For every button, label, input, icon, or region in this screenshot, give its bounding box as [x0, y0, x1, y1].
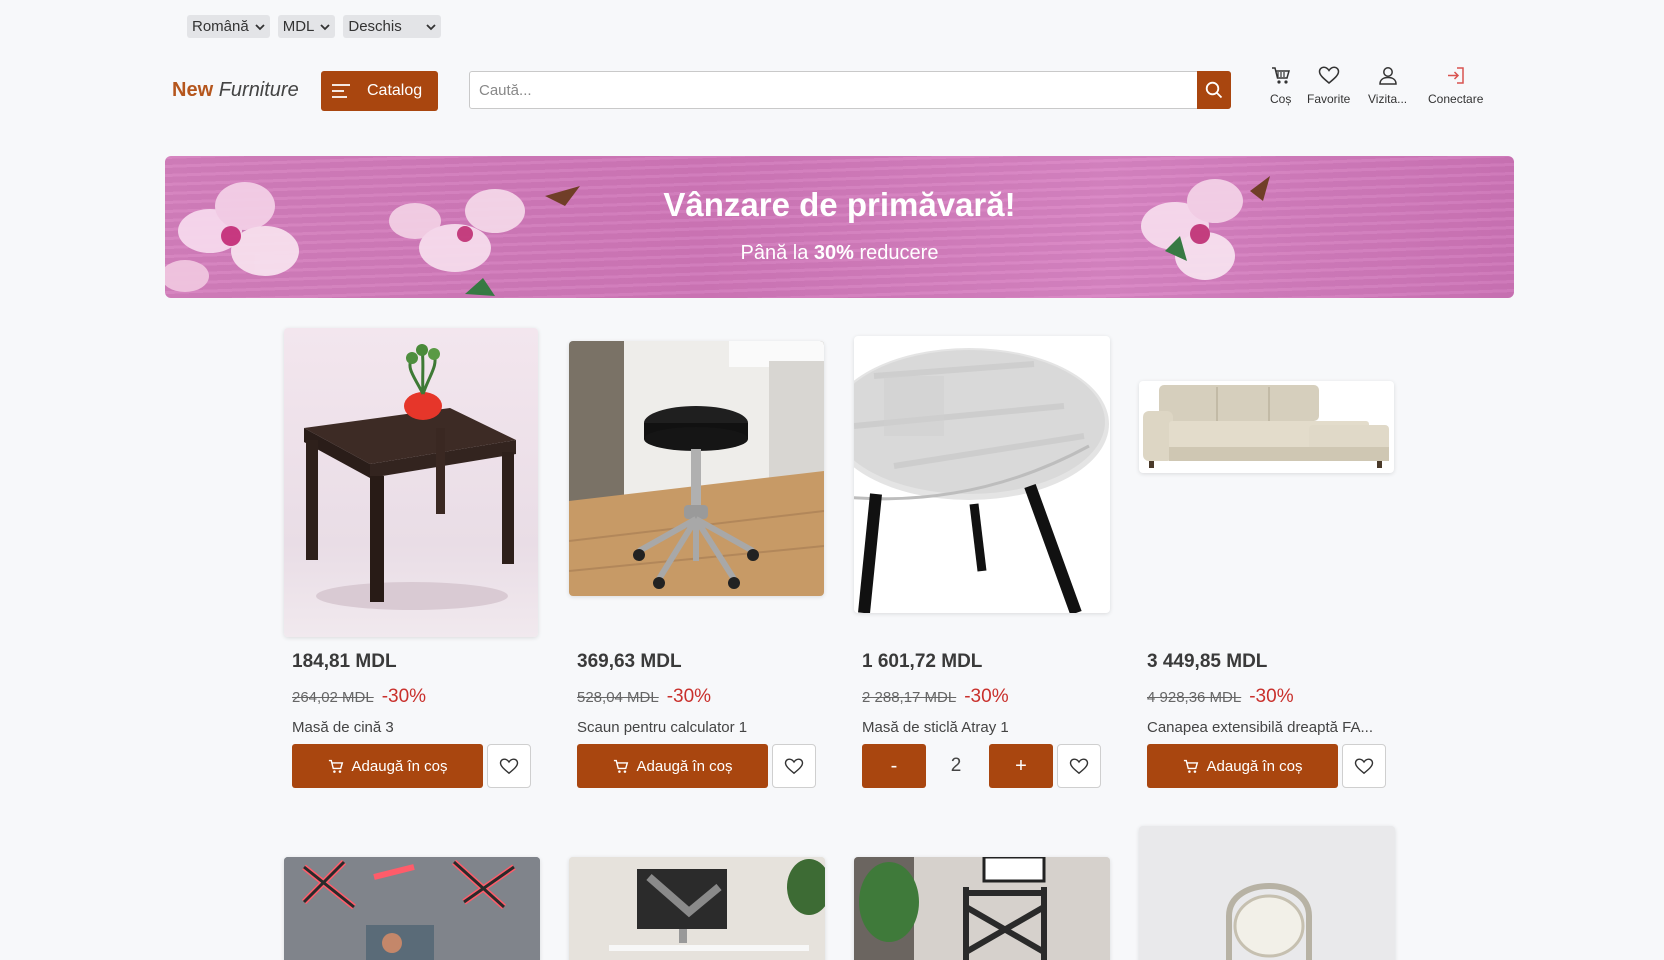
product-old-price: 528,04 MDL [577, 689, 659, 706]
login-icon [1447, 67, 1464, 84]
product-price: 184,81 MDL [292, 651, 397, 672]
glass-table-image [854, 348, 1109, 613]
logo-italic-text: Furniture [218, 79, 299, 101]
quantity-decrease-button[interactable]: - [862, 744, 926, 788]
heart-icon [1069, 757, 1089, 774]
logo-bold-text: New [172, 79, 214, 101]
add-to-favorites-button[interactable] [1342, 744, 1386, 788]
cart-link[interactable]: Coș [1270, 66, 1291, 106]
add-to-cart-label: Adaugă în coș [351, 757, 448, 775]
dining-table-image [304, 344, 516, 610]
product-image[interactable] [854, 857, 1110, 960]
promo-banner[interactable]: Vânzare de primăvară! Până la 30% reduce… [165, 156, 1514, 298]
chevron-down-icon [426, 23, 436, 30]
product-image[interactable] [284, 857, 540, 960]
product-name[interactable]: Scaun pentru calculator 1 [577, 719, 747, 736]
add-to-cart-button[interactable]: Adaugă în coș [1147, 744, 1338, 788]
heart-icon [784, 757, 804, 774]
site-logo[interactable]: New Furniture [172, 79, 299, 102]
product-image[interactable] [569, 857, 825, 960]
product-image[interactable] [1139, 826, 1395, 960]
cart-link-label: Coș [1270, 92, 1292, 106]
banner-subtitle-percent: 30% [813, 242, 854, 264]
theme-select-label: Deschis [348, 18, 402, 35]
banner-subtitle-post: reducere [853, 242, 939, 264]
quantity-increase-button[interactable]: + [989, 744, 1053, 788]
product-name[interactable]: Masă de sticlă Atray 1 [862, 719, 1009, 736]
add-to-favorites-button[interactable] [487, 744, 531, 788]
cart-icon [613, 759, 628, 773]
language-select-label: Română [192, 18, 249, 35]
language-select[interactable]: Română [187, 15, 270, 38]
catalog-button[interactable]: Catalog [321, 71, 438, 111]
office-stool-image [569, 341, 824, 596]
product-price: 3 449,85 MDL [1147, 651, 1268, 672]
product-image[interactable] [854, 336, 1110, 613]
account-link-label: Vizita... [1368, 92, 1408, 106]
menu-icon [332, 84, 350, 98]
favorites-link[interactable]: Favorite [1307, 66, 1350, 106]
product-discount: -30% [381, 686, 427, 707]
cart-icon [1271, 67, 1290, 84]
currency-select[interactable]: MDL [277, 15, 336, 38]
heart-icon [1318, 66, 1339, 84]
product-price: 1 601,72 MDL [862, 651, 983, 672]
product-discount: -30% [666, 686, 712, 707]
product-name[interactable]: Canapea extensibilă dreaptă FA... [1147, 719, 1373, 736]
cart-icon [1183, 759, 1198, 773]
corner-sofa-image [1143, 385, 1389, 468]
cherry-blossom-image [165, 176, 1270, 296]
product-old-price: 4 928,36 MDL [1147, 689, 1242, 706]
banner-subtitle-pre: Până la [740, 242, 814, 264]
favorites-link-label: Favorite [1307, 92, 1351, 106]
heart-icon [499, 757, 519, 774]
user-icon [1378, 67, 1397, 85]
add-to-cart-label: Adaugă în coș [1206, 757, 1303, 775]
product-discount: -30% [964, 686, 1009, 707]
search-input[interactable] [470, 72, 1197, 108]
led-wall-image [284, 857, 540, 960]
chevron-down-icon [320, 23, 331, 30]
product-old-price: 264,02 MDL [292, 689, 374, 706]
product-image[interactable] [1139, 381, 1394, 473]
chevron-down-icon [255, 23, 265, 30]
add-to-cart-label: Adaugă în coș [636, 757, 733, 775]
search-bar [469, 71, 1231, 109]
product-image[interactable] [284, 328, 538, 637]
currency-select-label: MDL [282, 18, 315, 35]
cart-icon [328, 759, 343, 773]
metal-chair-image [1139, 826, 1395, 960]
add-to-cart-button[interactable]: Adaugă în coș [292, 744, 483, 788]
product-name[interactable]: Masă de cină 3 [292, 719, 394, 736]
product-old-price-row: 528,04 MDL -30% [577, 686, 711, 708]
product-old-price-row: 2 288,17 MDL -30% [862, 686, 1009, 708]
quantity-value: 2 [950, 755, 962, 776]
product-image[interactable] [569, 341, 824, 596]
product-old-price: 2 288,17 MDL [862, 689, 957, 706]
product-old-price-row: 264,02 MDL -30% [292, 686, 426, 708]
add-to-favorites-button[interactable] [1057, 744, 1101, 788]
top-selects: Română MDL Deschis [187, 15, 441, 38]
wooden-chair-image [854, 857, 1110, 960]
product-old-price-row: 4 928,36 MDL -30% [1147, 686, 1294, 708]
product-discount: -30% [1249, 686, 1294, 707]
heart-icon [1354, 757, 1374, 774]
banner-title: Vânzare de primăvară! [663, 186, 1016, 223]
desk-monitor-image [569, 857, 825, 960]
add-to-cart-button[interactable]: Adaugă în coș [577, 744, 768, 788]
search-button[interactable] [1197, 71, 1231, 109]
product-price: 369,63 MDL [577, 651, 682, 672]
theme-select[interactable]: Deschis [343, 15, 441, 38]
add-to-favorites-button[interactable] [772, 744, 816, 788]
catalog-button-label: Catalog [367, 82, 423, 99]
login-link-label: Conectare [1428, 92, 1484, 106]
account-link[interactable]: Vizita... [1368, 66, 1407, 106]
search-icon [1205, 81, 1223, 99]
login-link[interactable]: Conectare [1428, 66, 1483, 106]
banner-subtitle: Până la 30% reducere [165, 242, 1514, 265]
